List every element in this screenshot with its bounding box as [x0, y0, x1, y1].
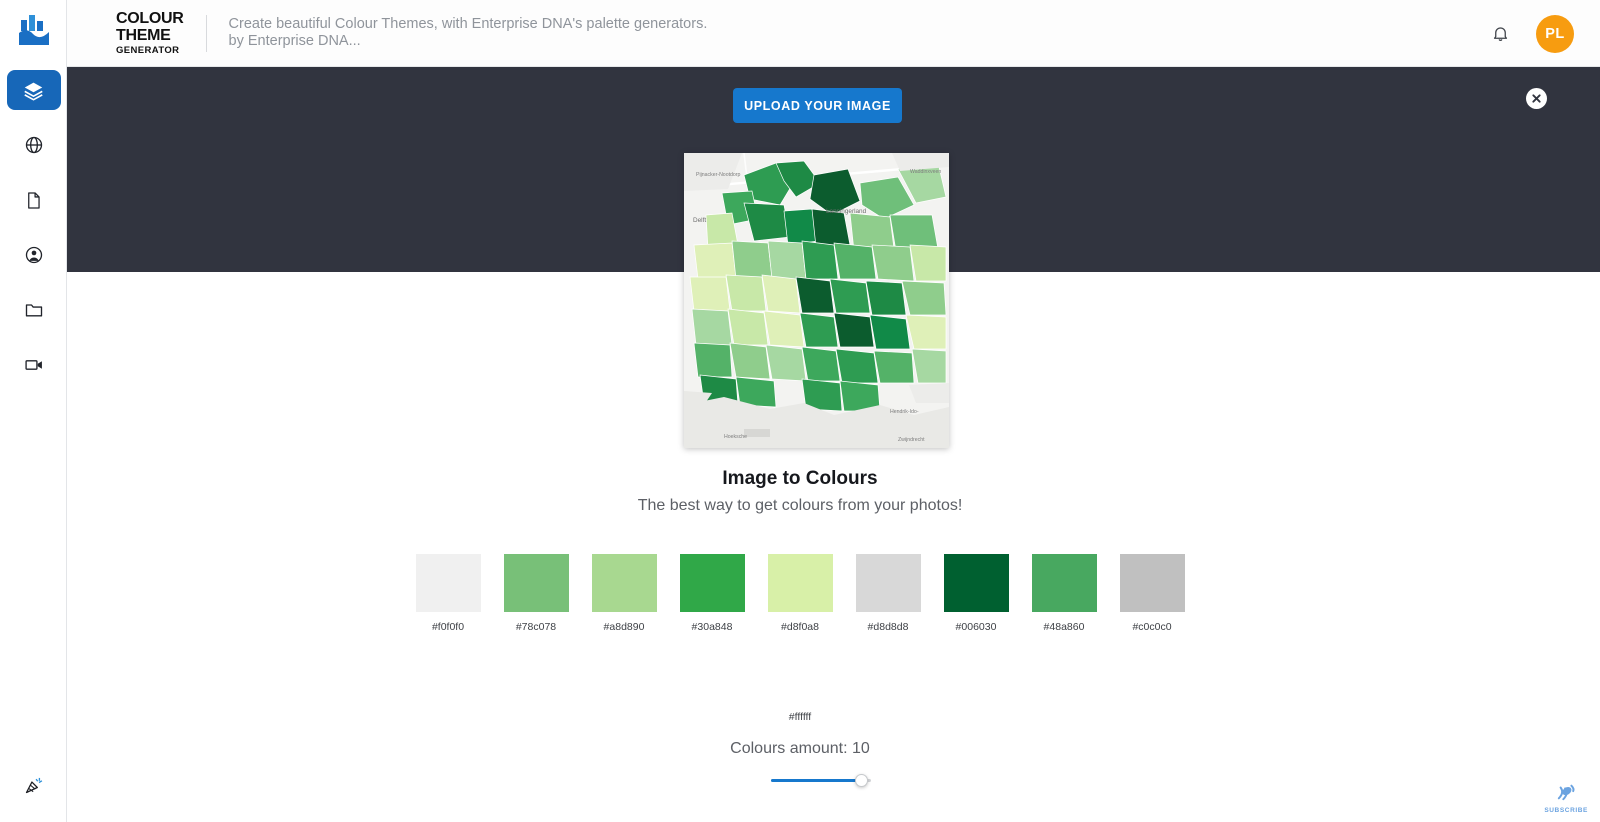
sidebar-nav	[0, 70, 67, 400]
swatch-hex-label: #d8d8d8	[867, 621, 909, 633]
bell-icon[interactable]	[1491, 24, 1510, 43]
swatch-hex-label: #006030	[955, 621, 997, 633]
swatch-chip[interactable]	[1119, 554, 1185, 612]
document-icon	[24, 191, 43, 210]
map-label: Zwijndrecht	[898, 437, 925, 443]
layers-icon	[23, 80, 44, 101]
swatch-chip[interactable]	[415, 554, 481, 612]
swatch-chip[interactable]	[1031, 554, 1097, 612]
swatch[interactable]: #c0c0c0	[1119, 554, 1185, 633]
sidebar-bottom[interactable]	[0, 775, 67, 800]
colours-amount-slider[interactable]	[771, 774, 871, 788]
colours-amount-label: Colours amount: 10	[730, 740, 870, 757]
swatch[interactable]: #78c078	[503, 554, 569, 633]
swatch-hex-label: #48a860	[1043, 621, 1085, 633]
swatch[interactable]: #30a848	[679, 554, 745, 633]
folder-icon	[24, 300, 44, 320]
tagline-line-2: by Enterprise DNA...	[228, 33, 361, 49]
video-camera-icon	[24, 355, 44, 375]
swatch[interactable]: #f0f0f0	[415, 554, 481, 633]
topbar-right-actions: PL	[1491, 0, 1574, 67]
sidebar-item-video[interactable]	[7, 345, 61, 385]
enterprise-dna-logo-icon	[17, 15, 51, 52]
top-bar: COLOUR THEME GENERATOR Create beautiful …	[67, 0, 1600, 67]
app-root: COLOUR THEME GENERATOR Create beautiful …	[0, 0, 1600, 822]
swatch[interactable]: #d8f0a8	[767, 554, 833, 633]
swatch-chip[interactable]	[503, 554, 569, 612]
dna-icon	[1555, 783, 1577, 806]
tagline-line-1: Create beautiful Colour Themes, with Ent…	[228, 15, 708, 32]
upload-your-image-button[interactable]: UPLOAD YOUR IMAGE	[733, 88, 902, 123]
uploaded-image-preview[interactable]: Pijnacker-Nootdorp Delft Lansingerland W…	[684, 153, 949, 448]
swatch-chip[interactable]	[767, 554, 833, 612]
swatch-hex-label: #c0c0c0	[1132, 621, 1172, 633]
swatch-chip[interactable]	[591, 554, 657, 612]
swatch[interactable]: #d8d8d8	[855, 554, 921, 633]
map-label: Pijnacker-Nootdorp	[696, 172, 741, 178]
left-sidebar	[0, 0, 67, 822]
sidebar-item-globe[interactable]	[7, 125, 61, 165]
swatch-hex-label: #d8f0a8	[781, 621, 819, 633]
sidebar-item-layers[interactable]	[6, 70, 61, 110]
swatch-hex-label: #a8d890	[603, 621, 645, 633]
brand-wordmark: COLOUR THEME GENERATOR	[116, 9, 184, 56]
sidebar-logo[interactable]	[0, 0, 67, 67]
page-title: Image to Colours	[722, 468, 878, 489]
brand-line-3: GENERATOR	[116, 44, 180, 56]
brand-line-2: THEME	[116, 26, 171, 44]
sidebar-item-folder[interactable]	[7, 290, 61, 330]
subscribe-label: SUBSCRIBE	[1544, 807, 1588, 814]
close-icon[interactable]	[1526, 88, 1547, 109]
page-subtitle: The best way to get colours from your ph…	[637, 497, 963, 514]
brand-block[interactable]: COLOUR THEME GENERATOR Create beautiful …	[67, 9, 708, 56]
swatch-hex-label: #78c078	[515, 621, 557, 633]
map-label: Delft	[693, 217, 707, 224]
selected-hex-label: #ffffff	[788, 711, 812, 723]
swatch-hex-label: #30a848	[691, 621, 733, 633]
brand-line-1: COLOUR	[116, 9, 184, 27]
palette-swatches: #f0f0f0 #78c078 #a8d890 #30a848 #d8f0a8 …	[0, 554, 1600, 633]
subscribe-widget[interactable]: SUBSCRIBE	[1544, 783, 1588, 814]
swatch[interactable]: #006030	[943, 554, 1009, 633]
map-label: Hendrik-Ido-	[890, 409, 919, 415]
avatar[interactable]: PL	[1536, 14, 1574, 53]
swatch-hex-label: #f0f0f0	[431, 621, 465, 633]
slider-fill	[771, 779, 856, 782]
map-label: Lansingerland	[826, 208, 867, 215]
brand-divider	[205, 14, 207, 52]
slider-thumb[interactable]	[855, 774, 868, 787]
swatch[interactable]: #a8d890	[591, 554, 657, 633]
swatch[interactable]: #48a860	[1031, 554, 1097, 633]
map-label: Hoeksche	[724, 434, 748, 440]
swatch-chip[interactable]	[679, 554, 745, 612]
globe-icon	[24, 135, 44, 155]
map-image: Pijnacker-Nootdorp Delft Lansingerland W…	[684, 153, 949, 448]
map-label: Waddinxveen	[910, 169, 942, 175]
user-circle-icon	[24, 245, 44, 265]
sidebar-item-user[interactable]	[7, 235, 61, 275]
swatch-chip[interactable]	[855, 554, 921, 612]
swatch-chip[interactable]	[943, 554, 1009, 612]
app-tagline: Create beautiful Colour Themes, with Ent…	[229, 16, 708, 50]
sidebar-item-document[interactable]	[7, 180, 61, 220]
party-popper-icon	[24, 775, 44, 800]
